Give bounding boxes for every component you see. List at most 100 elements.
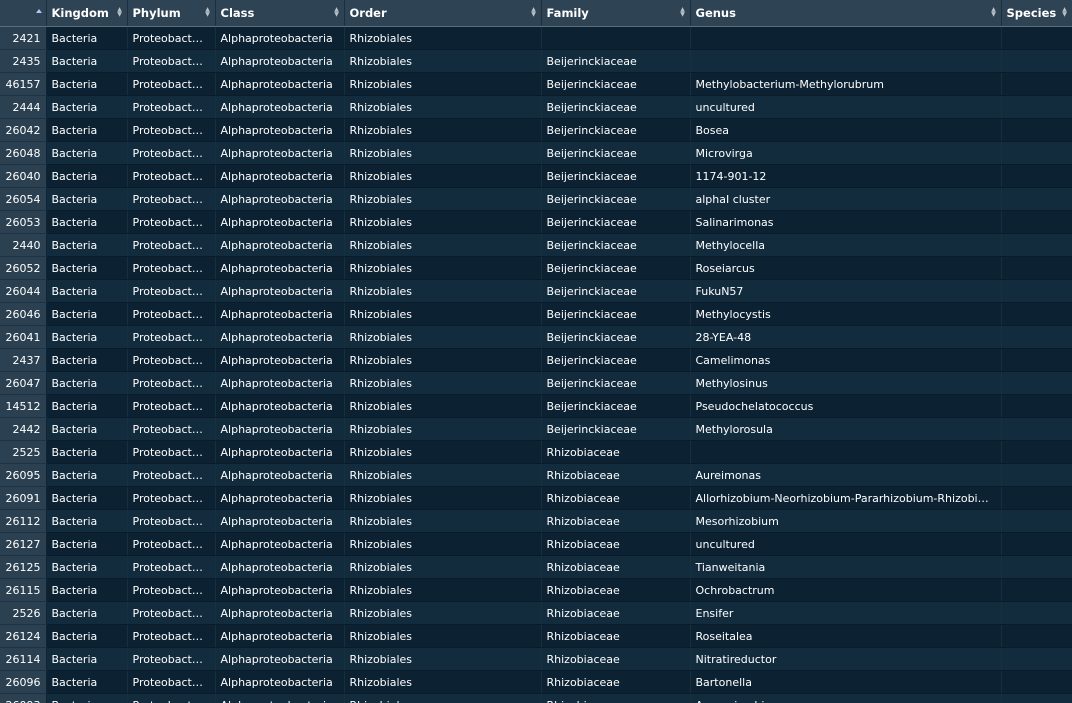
cell-species	[1001, 509, 1072, 533]
table-row[interactable]: 26124 Bacteria Proteobacteria Alphaproteoba…	[0, 624, 1072, 648]
cell-kingdom: Bacteria	[46, 532, 128, 556]
table-row[interactable]: 26040 Bacteria Proteobacteria Alphaproteoba…	[0, 164, 1072, 188]
table-row[interactable]: 26042 Bacteria Proteobacteria Alphaproteoba…	[0, 118, 1072, 142]
table-row[interactable]: 14512 Bacteria Proteobacteria Alphaproteoba…	[0, 394, 1072, 418]
table-row[interactable]: 26048 Bacteria Proteobacteria Alphaproteoba…	[0, 141, 1072, 165]
table-row[interactable]: 26041 Bacteria Proteobacteria Alphaproteoba…	[0, 325, 1072, 349]
table-row[interactable]: 2442 Bacteria Proteobacteria Alphaproteobac…	[0, 417, 1072, 441]
table-row[interactable]: 26096 Bacteria Proteobacteria Alphaproteoba…	[0, 670, 1072, 694]
column-header-label: Kingdom	[51, 6, 109, 20]
cell-species	[1001, 302, 1072, 326]
column-header-label: Class	[220, 6, 255, 20]
cell-family: Beijerinckiaceae	[541, 417, 691, 441]
table-row[interactable]: 2421 Bacteria Proteobacteria Alphaproteobac…	[0, 26, 1072, 50]
cell-class: Alphaproteobacteria	[215, 118, 345, 142]
table-row[interactable]: 2525 Bacteria Proteobacteria Alphaproteobac…	[0, 440, 1072, 464]
cell-species	[1001, 417, 1072, 441]
cell-genus: Bosea	[690, 118, 1002, 142]
cell-phylum: Proteobacteria	[127, 95, 216, 119]
cell-order: Rhizobiales	[344, 210, 542, 234]
cell-row-index: 26125	[0, 555, 47, 579]
cell-row-index: 2437	[0, 348, 47, 372]
cell-species	[1001, 440, 1072, 464]
cell-species	[1001, 463, 1072, 487]
cell-species	[1001, 693, 1072, 703]
cell-row-index: 26048	[0, 141, 47, 165]
cell-kingdom: Bacteria	[46, 26, 128, 50]
table-row[interactable]: 26054 Bacteria Proteobacteria Alphaproteoba…	[0, 187, 1072, 211]
column-header-row-index[interactable]	[0, 0, 47, 27]
table-row[interactable]: 2440 Bacteria Proteobacteria Alphaproteobac…	[0, 233, 1072, 257]
table-row[interactable]: 2526 Bacteria Proteobacteria Alphaproteobac…	[0, 601, 1072, 625]
cell-species	[1001, 233, 1072, 257]
cell-genus: Camelimonas	[690, 348, 1002, 372]
cell-family: Beijerinckiaceae	[541, 49, 691, 73]
cell-species	[1001, 325, 1072, 349]
cell-row-index: 26124	[0, 624, 47, 648]
cell-row-index: 26127	[0, 532, 47, 556]
cell-phylum: Proteobacteria	[127, 233, 216, 257]
table-row[interactable]: 26053 Bacteria Proteobacteria Alphaproteoba…	[0, 210, 1072, 234]
cell-family: Rhizobiaceae	[541, 509, 691, 533]
cell-kingdom: Bacteria	[46, 164, 128, 188]
cell-class: Alphaproteobacteria	[215, 417, 345, 441]
column-header-kingdom[interactable]: Kingdom ▲ ▼	[46, 0, 128, 27]
table-row[interactable]: 26044 Bacteria Proteobacteria Alphaproteoba…	[0, 279, 1072, 303]
cell-phylum: Proteobacteria	[127, 463, 216, 487]
cell-species	[1001, 164, 1072, 188]
cell-order: Rhizobiales	[344, 279, 542, 303]
cell-kingdom: Bacteria	[46, 95, 128, 119]
table-body: 2421 Bacteria Proteobacteria Alphaproteobac…	[0, 26, 1072, 703]
cell-class: Alphaproteobacteria	[215, 440, 345, 464]
cell-phylum: Proteobacteria	[127, 670, 216, 694]
cell-row-index: 26115	[0, 578, 47, 602]
cell-row-index: 26091	[0, 486, 47, 510]
cell-species	[1001, 394, 1072, 418]
table-row[interactable]: 26046 Bacteria Proteobacteria Alphaproteoba…	[0, 302, 1072, 326]
cell-species	[1001, 371, 1072, 395]
table-row[interactable]: 26114 Bacteria Proteobacteria Alphaproteoba…	[0, 647, 1072, 671]
cell-phylum: Proteobacteria	[127, 118, 216, 142]
table-row[interactable]: 26095 Bacteria Proteobacteria Alphaproteoba…	[0, 463, 1072, 487]
table-row[interactable]: 26125 Bacteria Proteobacteria Alphaproteoba…	[0, 555, 1072, 579]
cell-phylum: Proteobacteria	[127, 348, 216, 372]
cell-genus: Methylosinus	[690, 371, 1002, 395]
table-row[interactable]: 26047 Bacteria Proteobacteria Alphaproteoba…	[0, 371, 1072, 395]
cell-order: Rhizobiales	[344, 463, 542, 487]
table-row[interactable]: 26127 Bacteria Proteobacteria Alphaproteoba…	[0, 532, 1072, 556]
cell-species	[1001, 72, 1072, 96]
column-header-class[interactable]: Class ▲ ▼	[215, 0, 345, 27]
cell-species	[1001, 532, 1072, 556]
column-header-order[interactable]: Order ▲ ▼	[344, 0, 542, 27]
cell-row-index: 26041	[0, 325, 47, 349]
sort-toggle-icon: ▲ ▼	[991, 6, 996, 18]
column-header-genus[interactable]: Genus ▲ ▼	[690, 0, 1002, 27]
column-header-species[interactable]: Species ▲ ▼	[1001, 0, 1072, 27]
table-row[interactable]: 26112 Bacteria Proteobacteria Alphaproteoba…	[0, 509, 1072, 533]
table-row[interactable]: 26115 Bacteria Proteobacteria Alphaproteoba…	[0, 578, 1072, 602]
column-header-family[interactable]: Family ▲ ▼	[541, 0, 691, 27]
column-header-phylum[interactable]: Phylum ▲ ▼	[127, 0, 216, 27]
cell-class: Alphaproteobacteria	[215, 302, 345, 326]
table-row[interactable]: 2444 Bacteria Proteobacteria Alphaproteobac…	[0, 95, 1072, 119]
cell-family: Rhizobiaceae	[541, 647, 691, 671]
cell-species	[1001, 624, 1072, 648]
cell-family: Rhizobiaceae	[541, 532, 691, 556]
cell-family: Beijerinckiaceae	[541, 164, 691, 188]
table-row[interactable]: 2435 Bacteria Proteobacteria Alphaproteobac…	[0, 49, 1072, 73]
cell-order: Rhizobiales	[344, 118, 542, 142]
cell-order: Rhizobiales	[344, 164, 542, 188]
cell-kingdom: Bacteria	[46, 440, 128, 464]
data-viewer: Kingdom ▲ ▼ Phylum ▲ ▼ Class ▲ ▼ Order ▲ ▼ F…	[0, 0, 1072, 703]
cell-genus: Ochrobactrum	[690, 578, 1002, 602]
cell-order: Rhizobiales	[344, 187, 542, 211]
cell-class: Alphaproteobacteria	[215, 348, 345, 372]
cell-order: Rhizobiales	[344, 578, 542, 602]
table-row[interactable]: 26093BacteriaProteobacteriaAlphaproteoba…	[0, 693, 1072, 703]
table-row[interactable]: 26052 Bacteria Proteobacteria Alphaproteoba…	[0, 256, 1072, 280]
cell-class: Alphaproteobacteria	[215, 210, 345, 234]
cell-family: Beijerinckiaceae	[541, 279, 691, 303]
table-row[interactable]: 2437 Bacteria Proteobacteria Alphaproteobac…	[0, 348, 1072, 372]
table-row[interactable]: 26091 Bacteria Proteobacteria Alphaproteoba…	[0, 486, 1072, 510]
table-row[interactable]: 46157 Bacteria Proteobacteria Alphaproteoba…	[0, 72, 1072, 96]
